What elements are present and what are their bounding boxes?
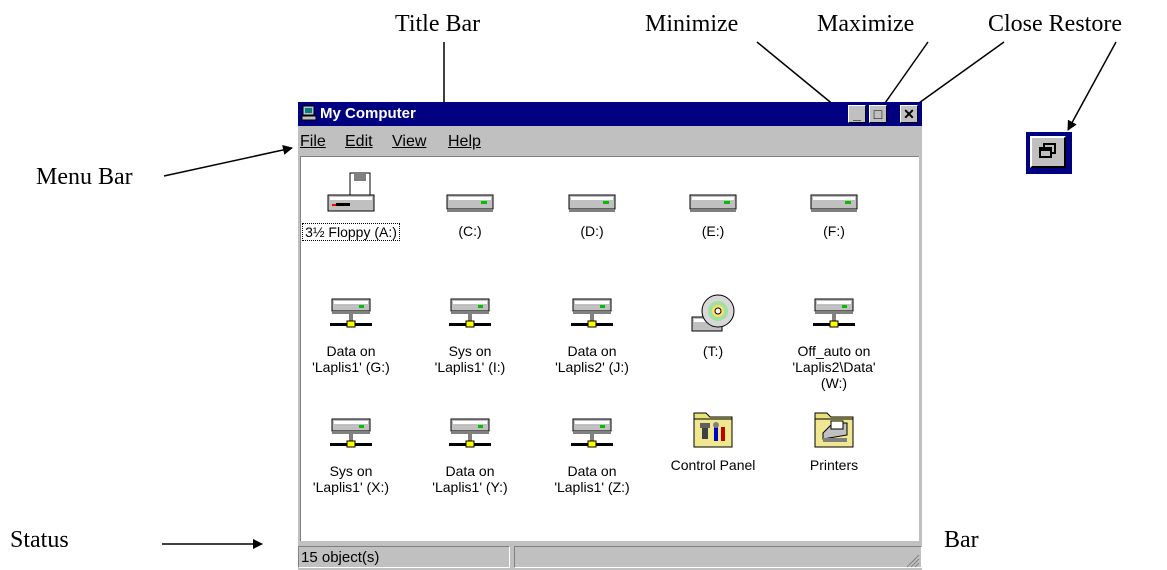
- item-label: Data on 'Laplis1' (Z:): [554, 463, 630, 495]
- network-drive-icon: [449, 298, 491, 328]
- drive-i[interactable]: Sys on 'Laplis1' (I:): [414, 291, 526, 375]
- drive-z[interactable]: Data on 'Laplis1' (Z:): [536, 411, 648, 495]
- drive-d[interactable]: (D:): [536, 171, 648, 239]
- drive-w[interactable]: Off_auto on 'Laplis2\Data' (W:): [778, 291, 890, 391]
- menu-edit[interactable]: Edit: [345, 133, 373, 151]
- status-text: 15 object(s): [301, 549, 380, 566]
- resize-grip-icon[interactable]: [906, 554, 920, 568]
- network-drive-icon: [571, 418, 613, 448]
- menu-file[interactable]: File: [300, 133, 326, 151]
- menu-file-label: File: [300, 133, 326, 150]
- item-label: (C:): [458, 223, 482, 239]
- item-label: (T:): [702, 343, 724, 359]
- item-label: Off_auto on 'Laplis2\Data' (W:): [792, 343, 876, 391]
- arrow-menu-bar: [163, 145, 293, 177]
- hard-drive-icon: [568, 194, 616, 212]
- drive-x[interactable]: Sys on 'Laplis1' (X:): [295, 411, 407, 495]
- menu-help[interactable]: Help: [448, 133, 481, 151]
- control-panel-folder-icon: [693, 412, 733, 448]
- drive-f[interactable]: (F:): [778, 171, 890, 239]
- drive-a[interactable]: 3½ Floppy (A:): [295, 171, 407, 242]
- drive-y[interactable]: Data on 'Laplis1' (Y:): [414, 411, 526, 495]
- drive-t[interactable]: (T:): [657, 291, 769, 359]
- restore-icon: [1039, 143, 1056, 158]
- minimize-button[interactable]: _: [848, 105, 866, 123]
- item-label: Sys on 'Laplis1' (I:): [434, 343, 506, 375]
- drive-c[interactable]: (C:): [414, 171, 526, 239]
- menu-help-label: Help: [448, 133, 481, 150]
- network-drive-icon: [813, 298, 855, 328]
- maximize-button[interactable]: □: [869, 105, 887, 123]
- item-label: Control Panel: [670, 457, 756, 473]
- drive-g[interactable]: Data on 'Laplis1' (G:): [295, 291, 407, 375]
- window-title: My Computer: [320, 105, 416, 122]
- menu-bar: File Edit View Help: [298, 128, 922, 154]
- item-label: Data on 'Laplis1' (Y:): [432, 463, 508, 495]
- drive-j[interactable]: Data on 'Laplis2' (J:): [536, 291, 648, 375]
- restore-button-face: [1030, 136, 1066, 168]
- menu-view[interactable]: View: [392, 133, 426, 151]
- network-drive-icon: [330, 418, 372, 448]
- item-label: Sys on 'Laplis1' (X:): [312, 463, 390, 495]
- item-label: Printers: [809, 457, 859, 473]
- item-label: Data on 'Laplis1' (G:): [312, 343, 390, 375]
- status-bar: 15 object(s): [298, 544, 922, 570]
- network-drive-icon: [571, 298, 613, 328]
- item-label: (E:): [701, 223, 725, 239]
- title-bar[interactable]: My Computer _ □ ✕: [298, 102, 922, 126]
- status-pane-main: 15 object(s): [298, 546, 510, 568]
- status-pane-secondary: [514, 546, 922, 568]
- floppy-drive-icon: [327, 172, 375, 212]
- hard-drive-icon: [810, 194, 858, 212]
- item-label: 3½ Floppy (A:): [302, 223, 400, 241]
- close-button[interactable]: ✕: [900, 105, 918, 123]
- cd-rom-drive-icon: [691, 294, 735, 332]
- control-panel-item[interactable]: Control Panel: [657, 405, 769, 473]
- printers-item[interactable]: Printers: [778, 405, 890, 473]
- printers-folder-icon: [814, 412, 854, 448]
- item-label: Data on 'Laplis2' (J:): [555, 343, 629, 375]
- restore-button[interactable]: [1026, 132, 1072, 174]
- drive-e[interactable]: (E:): [657, 171, 769, 239]
- item-label: (F:): [823, 223, 845, 239]
- my-computer-window: My Computer _ □ ✕ File Edit View Help 3½…: [298, 102, 922, 570]
- item-label: (D:): [580, 223, 604, 239]
- network-drive-icon: [330, 298, 372, 328]
- hard-drive-icon: [689, 194, 737, 212]
- hard-drive-icon: [446, 194, 494, 212]
- network-drive-icon: [449, 418, 491, 448]
- content-area: 3½ Floppy (A:) (C:) (D:) (E:) (F:) Data …: [300, 156, 919, 541]
- menu-edit-label: Edit: [345, 133, 373, 150]
- arrow-restore: [1067, 41, 1117, 131]
- computer-icon: [301, 105, 317, 121]
- menu-view-label: View: [392, 133, 427, 150]
